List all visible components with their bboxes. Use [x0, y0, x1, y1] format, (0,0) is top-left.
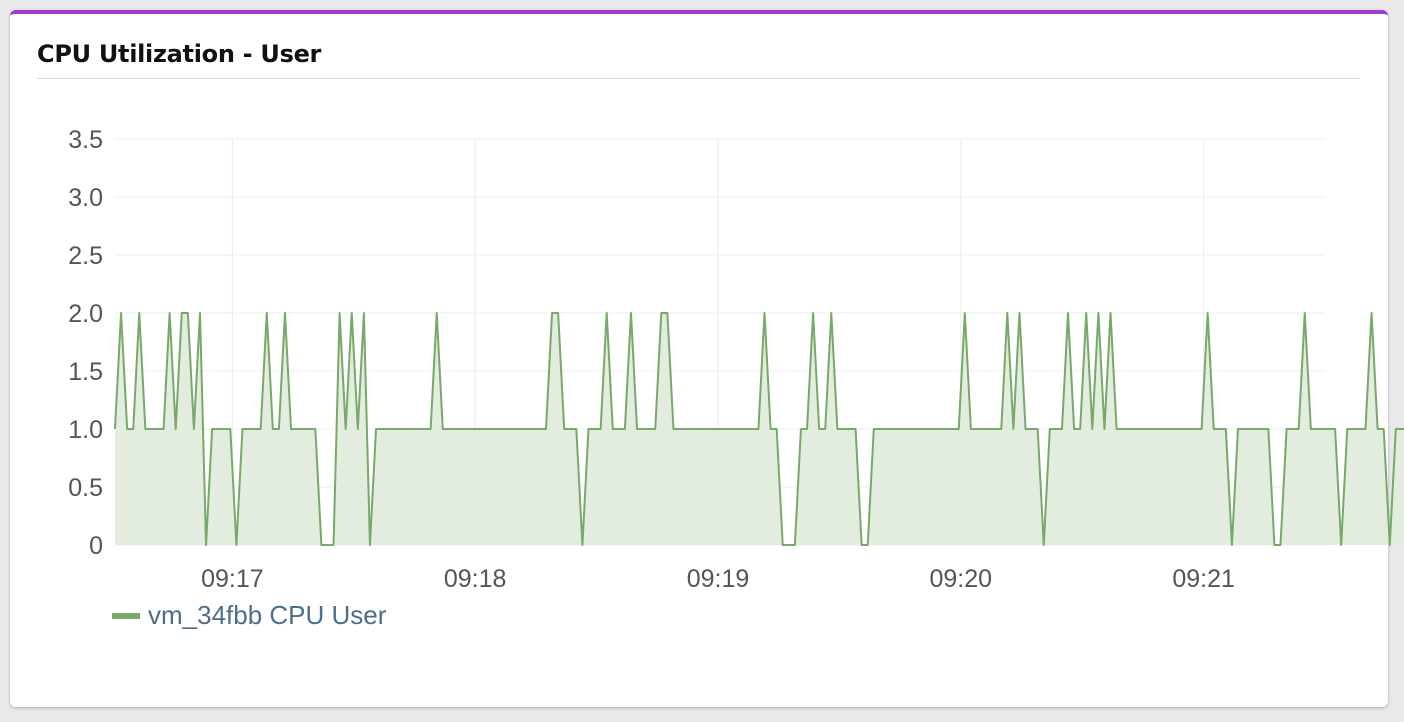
legend[interactable]: vm_34fbb CPU User [112, 600, 386, 631]
x-tick-label: 09:17 [201, 565, 264, 593]
y-axis-ticks: 3.5 3.0 2.5 2.0 1.5 1.0 0.5 0 [68, 126, 103, 560]
y-tick-label: 1.5 [68, 358, 103, 386]
y-tick-label: 2.0 [68, 300, 103, 328]
legend-label: vm_34fbb CPU User [148, 600, 387, 630]
y-tick-label: 0 [89, 532, 103, 560]
legend-swatch [112, 612, 140, 619]
x-tick-label: 09:18 [444, 565, 507, 593]
x-tick-label: 09:21 [1172, 565, 1235, 593]
y-tick-label: 3.0 [68, 184, 103, 212]
y-tick-label: 0.5 [68, 474, 103, 502]
x-axis-ticks: 09:17 09:18 09:19 09:20 09:21 [201, 565, 1235, 593]
y-tick-label: 2.5 [68, 242, 103, 270]
x-tick-label: 09:19 [687, 565, 750, 593]
y-tick-label: 1.0 [68, 416, 103, 444]
series-area [114, 312, 1404, 546]
y-tick-label: 3.5 [68, 126, 103, 154]
x-tick-label: 09:20 [930, 565, 993, 593]
